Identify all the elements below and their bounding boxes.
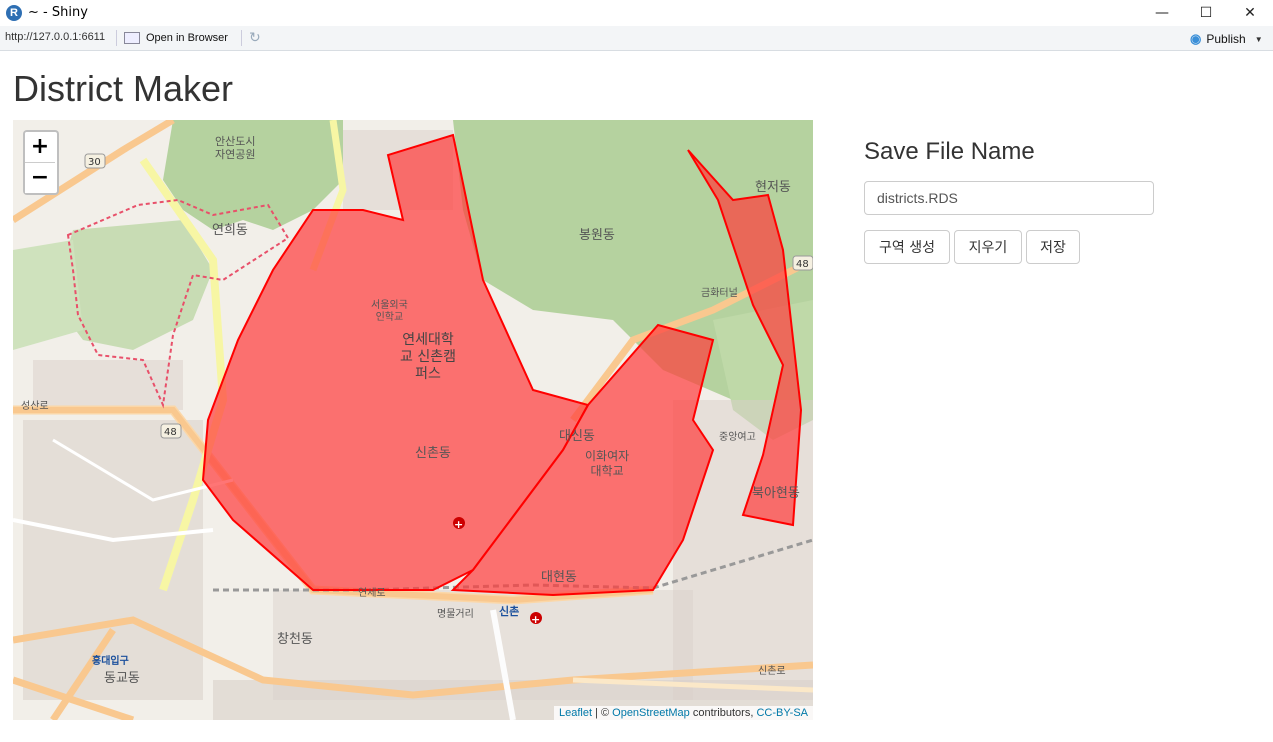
save-file-name-label: Save File Name — [864, 138, 1035, 165]
publish-button[interactable]: ◉ Publish ▼ — [1190, 31, 1263, 47]
map-tiles: 30 48 48 + + — [13, 120, 813, 720]
leaflet-map[interactable]: 30 48 48 + + 연세대학 교 신촌캠 퍼스 신촌동 대신동 이화여자 … — [13, 120, 813, 720]
label-geumhwa-tunnel: 금화터널 — [701, 288, 738, 299]
browser-window-icon — [124, 32, 140, 44]
zoom-in-button[interactable]: + — [25, 132, 55, 163]
label-donggyo-dong: 동교동 — [104, 671, 140, 686]
osm-link[interactable]: OpenStreetMap — [612, 707, 690, 719]
label-yeonhui-dong: 연희동 — [212, 223, 248, 238]
label-ansan-park: 안산도시 자연공원 — [215, 135, 256, 161]
leaflet-link[interactable]: Leaflet — [559, 707, 592, 719]
svg-text:48: 48 — [796, 259, 809, 270]
publish-label: Publish — [1206, 32, 1246, 46]
clear-button[interactable]: 지우기 — [954, 230, 1022, 264]
label-seongsan-ro: 성산로 — [21, 401, 49, 412]
page-title: District Maker — [13, 68, 234, 109]
create-district-button[interactable]: 구역 생성 — [864, 230, 950, 264]
svg-text:+: + — [454, 518, 463, 531]
label-bongwon-dong: 봉원동 — [579, 228, 615, 243]
label-daesin-dong: 대신동 — [559, 429, 595, 444]
rstudio-icon: R — [6, 5, 22, 21]
refresh-icon[interactable]: ↻ — [249, 29, 261, 46]
zoom-out-button[interactable]: − — [25, 163, 55, 193]
window-title: ~ - Shiny — [28, 5, 88, 20]
license-link[interactable]: CC-BY-SA — [756, 707, 808, 719]
viewer-toolbar: http://127.0.0.1:6611 Open in Browser ↻ … — [0, 26, 1273, 51]
open-in-browser-label: Open in Browser — [146, 32, 228, 44]
label-ewha: 이화여자 대학교 — [585, 449, 630, 478]
label-hyeonjeo-dong: 현저동 — [755, 180, 791, 195]
toolbar-divider — [241, 30, 242, 46]
label-myeongmul-street: 명물거리 — [437, 609, 474, 620]
svg-text:+: + — [531, 613, 540, 626]
maximize-button[interactable]: ☐ — [1183, 0, 1229, 26]
minimize-button[interactable]: — — [1139, 0, 1185, 26]
label-seoul-foreign-school: 서울외국 인학교 — [371, 300, 408, 323]
close-button[interactable]: ✕ — [1227, 0, 1273, 26]
label-daehyeon-dong: 대현동 — [541, 570, 577, 585]
label-changcheon-dong: 창천동 — [277, 632, 313, 647]
label-sinchon-dong: 신촌동 — [415, 446, 451, 461]
label-sinchon-ro: 신촌로 — [758, 666, 786, 677]
publish-icon: ◉ — [1190, 31, 1202, 46]
open-in-browser-button[interactable]: Open in Browser — [124, 30, 228, 46]
url-text[interactable]: http://127.0.0.1:6611 — [5, 31, 105, 43]
label-yonsei: 연세대학 교 신촌캠 퍼스 — [400, 332, 456, 382]
label-yeonse-ro: 연세로 — [358, 588, 386, 599]
svg-text:48: 48 — [164, 427, 177, 438]
toolbar-divider — [116, 30, 117, 46]
label-jungang-hs: 중앙여고 — [719, 432, 756, 443]
window-titlebar: R ~ - Shiny — ☐ ✕ — [0, 0, 1273, 26]
attribution-contributors: contributors, — [689, 707, 757, 719]
label-bugahyeon-dong: 북아현동 — [752, 486, 800, 501]
svg-text:30: 30 — [88, 157, 101, 168]
attribution-sep: | © — [592, 707, 613, 719]
label-sinchon-station: 신촌 — [499, 605, 520, 618]
chevron-down-icon[interactable]: ▼ — [1255, 35, 1263, 44]
label-hongdae-ipgu: 홍대입구 — [92, 656, 129, 667]
map-attribution: Leaflet | © OpenStreetMap contributors, … — [553, 706, 813, 720]
filename-input[interactable] — [864, 181, 1154, 215]
save-button[interactable]: 저장 — [1026, 230, 1080, 264]
zoom-control: + − — [23, 130, 59, 195]
